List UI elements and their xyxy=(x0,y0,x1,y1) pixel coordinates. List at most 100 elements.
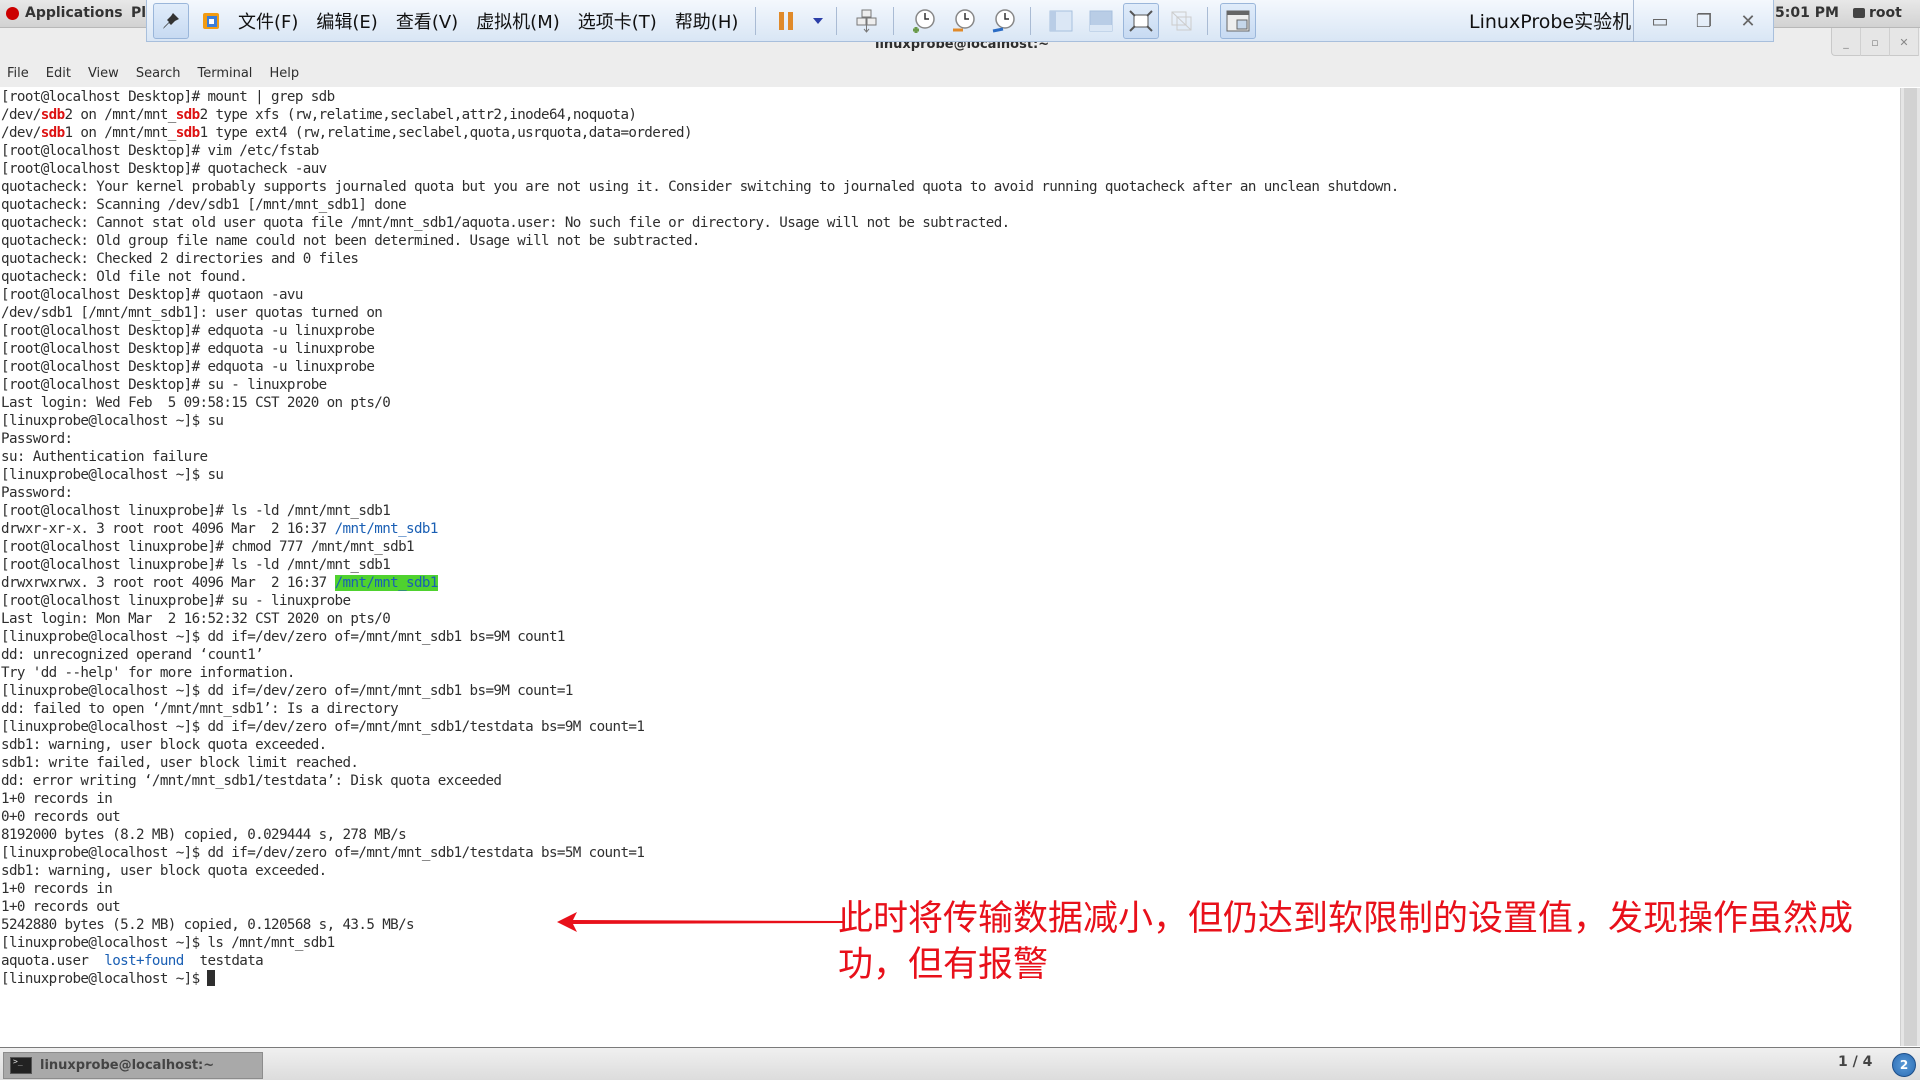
menu-help[interactable]: 帮助(H) xyxy=(675,8,739,34)
terminal-line: [root@localhost Desktop]# edquota -u lin… xyxy=(1,358,1399,376)
terminal-line: /dev/sdb1 on /mnt/mnt_sdb1 type ext4 (rw… xyxy=(1,124,1399,142)
terminal-line: drwxr-xr-x. 3 root root 4096 Mar 2 16:37… xyxy=(1,520,1399,538)
terminal-line: 8192000 bytes (8.2 MB) copied, 0.029444 … xyxy=(1,826,1399,844)
sidebar-view-icon xyxy=(1049,10,1073,31)
terminal-line: Last login: Mon Mar 2 16:52:32 CST 2020 … xyxy=(1,610,1399,628)
dropdown-arrow-icon xyxy=(813,17,824,24)
terminal-line: sdb1: write failed, user block limit rea… xyxy=(1,754,1399,772)
highlighted-path: /mnt/mnt_sdb1 xyxy=(334,575,438,591)
terminal-line: quotacheck: Old file not found. xyxy=(1,268,1399,286)
notification-badge[interactable]: 2 xyxy=(1892,1053,1916,1077)
applications-menu[interactable]: Applications xyxy=(6,5,123,21)
terminal-maximize-button[interactable]: ▫ xyxy=(1861,28,1890,56)
terminal-line: [root@localhost linuxprobe]# chmod 777 /… xyxy=(1,538,1399,556)
user-name: root xyxy=(1869,5,1902,21)
terminal-line: sdb1: warning, user block quota exceeded… xyxy=(1,736,1399,754)
terminal-menu-terminal[interactable]: Terminal xyxy=(197,66,252,81)
terminal-text: testdata xyxy=(183,953,264,969)
taskbar-item-terminal[interactable]: linuxprobe@localhost:~ xyxy=(3,1052,263,1079)
menu-edit[interactable]: 编辑(E) xyxy=(316,8,377,34)
terminal-text: 1+0 records in xyxy=(1,881,113,897)
terminal-text: drwxrwxrwx. 3 root root 4096 Mar 2 16:37 xyxy=(1,575,335,591)
terminal-text: Last login: Mon Mar 2 16:52:32 CST 2020 … xyxy=(1,611,391,627)
thumbnail-view-button[interactable] xyxy=(1220,2,1257,39)
take-snapshot-button[interactable] xyxy=(906,3,942,39)
terminal-text: [linuxprobe@localhost ~]$ dd if=/dev/zer… xyxy=(1,683,573,699)
terminal-text: [linuxprobe@localhost ~]$ ls /mnt/mnt_sd… xyxy=(1,935,335,951)
terminal-lines: [root@localhost Desktop]# mount | grep s… xyxy=(1,88,1399,988)
power-dropdown[interactable] xyxy=(808,3,828,39)
vmware-minimize-button[interactable]: ▭ xyxy=(1650,11,1670,32)
show-library-button[interactable] xyxy=(1043,3,1079,39)
terminal-menu-file[interactable]: File xyxy=(7,66,29,81)
workspace-indicator[interactable]: 1 / 4 xyxy=(1838,1054,1872,1070)
menu-tabs[interactable]: 选项卡(T) xyxy=(578,8,657,34)
vmware-close-button[interactable]: ✕ xyxy=(1738,11,1758,32)
snapshot-manager-icon xyxy=(993,8,1016,32)
vmware-toolbar: 文件(F) 编辑(E) 查看(V) 虚拟机(M) 选项卡(T) 帮助(H) Li… xyxy=(146,0,1774,42)
menu-vm[interactable]: 虚拟机(M) xyxy=(476,8,560,34)
redhat-logo-icon xyxy=(6,6,19,20)
places-menu[interactable]: Pl xyxy=(131,5,146,21)
terminal-menu-edit[interactable]: Edit xyxy=(46,66,71,81)
terminal-line: dd: unrecognized operand ‘count1’ xyxy=(1,646,1399,664)
vmware-restore-button[interactable]: ❐ xyxy=(1694,11,1714,32)
terminal-window-controls: _ ▫ ✕ xyxy=(1831,28,1919,56)
annotation-text: 此时将传输数据减小，但仍达到软限制的设置值，发现操作虽然成功，但有报警 xyxy=(838,899,1854,985)
terminal-menu-search[interactable]: Search xyxy=(136,66,181,81)
terminal-text: [root@localhost Desktop]# quotaon -avu xyxy=(1,287,303,303)
pause-button[interactable] xyxy=(768,3,804,39)
clock[interactable]: 5:01 PM xyxy=(1775,5,1839,21)
terminal-line: [linuxprobe@localhost ~]$ su xyxy=(1,466,1399,484)
terminal-line: [root@localhost Desktop]# mount | grep s… xyxy=(1,88,1399,106)
bottom-taskbar: linuxprobe@localhost:~ 1 / 4 2 xyxy=(0,1047,1920,1080)
terminal-close-button[interactable]: ✕ xyxy=(1890,28,1919,56)
send-ctrl-alt-del-button[interactable] xyxy=(849,3,885,39)
scrollbar-thumb[interactable] xyxy=(1904,88,1917,1046)
terminal-cursor xyxy=(207,970,216,986)
terminal-text: /mnt/mnt_sdb1 xyxy=(334,521,439,537)
fullscreen-icon xyxy=(1129,9,1154,32)
terminal-text: sdb xyxy=(175,107,200,123)
terminal-text: quotacheck: Old file not found. xyxy=(1,269,248,285)
menu-view[interactable]: 查看(V) xyxy=(396,8,458,34)
terminal-line: /dev/sdb2 on /mnt/mnt_sdb2 type xfs (rw,… xyxy=(1,106,1399,124)
terminal-line: quotacheck: Checked 2 directories and 0 … xyxy=(1,250,1399,268)
terminal-minimize-button[interactable]: _ xyxy=(1832,28,1861,56)
terminal-menu-view[interactable]: View xyxy=(88,66,119,81)
terminal-text: 0+0 records out xyxy=(1,809,121,825)
snapshot-take-icon xyxy=(913,8,936,33)
user-menu[interactable]: root xyxy=(1853,5,1902,21)
pin-toolbar-button[interactable] xyxy=(153,2,189,39)
terminal-scrollbar[interactable] xyxy=(1900,88,1920,1046)
menu-file[interactable]: 文件(F) xyxy=(238,8,298,34)
revert-snapshot-button[interactable] xyxy=(946,3,982,39)
unity-button[interactable] xyxy=(1163,3,1199,39)
terminal-text: quotacheck: Cannot stat old user quota f… xyxy=(1,215,1010,231)
terminal-line: [root@localhost linuxprobe]# ls -ld /mnt… xyxy=(1,556,1399,574)
terminal-line: drwxrwxrwx. 3 root root 4096 Mar 2 16:37… xyxy=(1,574,1399,592)
terminal-line: 0+0 records out xyxy=(1,808,1399,826)
toolbar-separator xyxy=(1207,6,1209,35)
terminal-text: sdb xyxy=(40,125,65,141)
terminal-text: [linuxprobe@localhost ~]$ dd if=/dev/zer… xyxy=(1,719,645,735)
terminal-line: /dev/sdb1 [/mnt/mnt_sdb1]: user quotas t… xyxy=(1,304,1399,322)
terminal-text: sdb xyxy=(175,125,200,141)
terminal-text: [linuxprobe@localhost ~]$ xyxy=(1,971,208,987)
toolbar-separator xyxy=(755,6,757,35)
terminal-text: Last login: Wed Feb 5 09:58:15 CST 2020 … xyxy=(1,395,391,411)
terminal-line: [root@localhost Desktop]# edquota -u lin… xyxy=(1,340,1399,358)
snapshot-manager-button[interactable] xyxy=(986,3,1022,39)
vmware-window-controls: ▭ ❐ ✕ xyxy=(1633,0,1758,42)
terminal-line: [root@localhost Desktop]# quotaon -avu xyxy=(1,286,1399,304)
fullscreen-button[interactable] xyxy=(1123,2,1160,39)
toolbar-separator xyxy=(893,6,895,35)
terminal-text: /dev/ xyxy=(1,107,41,123)
console-view-button[interactable] xyxy=(1083,3,1119,39)
terminal-text: [root@localhost linuxprobe]# su - linuxp… xyxy=(1,593,351,609)
terminal-line: 1+0 records in xyxy=(1,790,1399,808)
terminal-line: [root@localhost Desktop]# su - linuxprob… xyxy=(1,376,1399,394)
terminal-menu-help[interactable]: Help xyxy=(269,66,299,81)
terminal-text: [root@localhost Desktop]# quotacheck -au… xyxy=(1,161,327,177)
terminal-text: [linuxprobe@localhost ~]$ su xyxy=(1,467,224,483)
